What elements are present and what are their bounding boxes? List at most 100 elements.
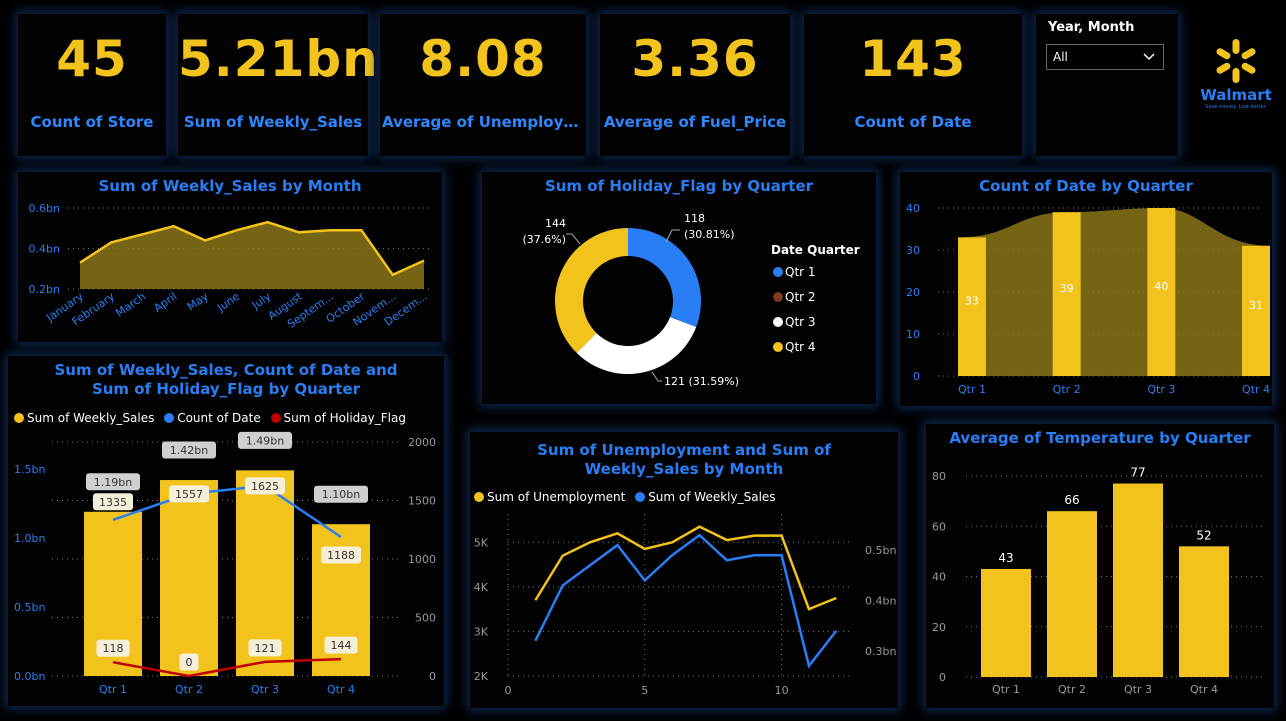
- data-label: 77: [1130, 466, 1145, 480]
- spark-icon: [1216, 39, 1256, 83]
- kpi-label: Count of Store: [30, 113, 154, 131]
- temperature-plot: 80 60 40 20 0 43 Qtr 1 66 Qtr 2 77 Qtr 3 52 Qtr 4: [932, 466, 1264, 696]
- y-tick-label: 10: [906, 328, 920, 341]
- x-tick-label: Qtr 4: [327, 683, 355, 696]
- data-label: 43: [998, 551, 1013, 565]
- y-tick-label: 0.6bn: [29, 202, 60, 215]
- combo-by-quarter-chart[interactable]: Sum of Weekly_Sales, Count of Date and S…: [8, 356, 444, 706]
- data-label: 66: [1064, 493, 1079, 507]
- y-left-tick-label: 3K: [474, 625, 489, 638]
- bar: [981, 568, 1031, 677]
- kpi-label: Average of Unemploym...: [382, 113, 584, 131]
- unemployment-plot: 5K 4K 3K 2K 0.5bn 0.4bn 0.3bn 0 5 10: [474, 514, 896, 697]
- y-right-tick-label: 0.4bn: [865, 595, 896, 608]
- x-tick-label: May: [185, 290, 211, 314]
- data-label: 33: [965, 295, 979, 308]
- legend-dot: [773, 292, 783, 302]
- date-count-by-quarter-chart[interactable]: Count of Date by Quarter 40 30 20 10 0 33 Qtr …: [900, 172, 1272, 406]
- y-tick-label: 40: [932, 571, 946, 584]
- kpi-card-weekly-sales[interactable]: 5.21bn Sum of Weekly_Sales: [178, 14, 378, 156]
- data-label: 0: [186, 656, 193, 669]
- sales-by-month-chart[interactable]: Sum of Weekly_Sales by Month 0.6bn 0.4bn 0…: [18, 172, 442, 342]
- y-left-tick-label: 4K: [474, 581, 489, 594]
- x-tick-label: Qtr 2: [175, 683, 203, 696]
- x-tick-label: March: [113, 290, 148, 320]
- kpi-card-unemployment[interactable]: 8.08 Average of Unemploym...: [380, 14, 586, 156]
- logo-wordmark: Walmart: [1200, 86, 1272, 104]
- bar: [1113, 483, 1163, 677]
- slicer-value: All: [1053, 50, 1068, 64]
- data-label: (30.81%): [684, 228, 735, 241]
- kpi-label: Sum of Weekly_Sales: [183, 113, 363, 131]
- y-tick-label: 60: [932, 520, 946, 533]
- kpi-label: Average of Fuel_Price: [603, 113, 787, 131]
- kpi-card-fuel-price[interactable]: 3.36 Average of Fuel_Price: [600, 14, 790, 156]
- legend-label: Qtr 1: [785, 265, 816, 279]
- x-tick-label: Qtr 4: [1242, 383, 1270, 396]
- data-label: 1.42bn: [170, 444, 208, 457]
- bar: [160, 480, 218, 676]
- x-tick-label: April: [151, 290, 179, 315]
- donut-legend-title: Date Quarter: [771, 243, 860, 257]
- kpi-card-date-count[interactable]: 143 Count of Date: [804, 14, 1022, 156]
- y-right-tick-label: 0.5bn: [865, 544, 896, 557]
- data-label: 118: [103, 642, 124, 655]
- y-tick-label: 80: [932, 470, 946, 483]
- y-right-tick-label: 1000: [408, 553, 436, 566]
- data-label: 1625: [251, 480, 279, 493]
- y-tick-label: 0: [913, 370, 920, 383]
- y-right-tick-label: 0: [429, 670, 436, 683]
- data-label: 1188: [327, 549, 355, 562]
- y-tick-label: 0: [939, 671, 946, 684]
- holiday-by-quarter-chart[interactable]: Sum of Holiday_Flag by Quarter 118 (30.81…: [482, 172, 876, 404]
- data-label: 40: [1154, 280, 1168, 293]
- date-count-plot: 40 30 20 10 0 33 Qtr 1 39 Qtr 2 40 Qtr 3 31 Qtr 4: [906, 202, 1270, 396]
- y-tick-label: 20: [906, 286, 920, 299]
- kpi-value: 143: [859, 30, 967, 88]
- y-left-tick-label: 0.0bn: [14, 670, 45, 683]
- y-tick-label: 0.4bn: [29, 243, 60, 256]
- x-tick-label: Qtr 1: [992, 683, 1020, 696]
- y-left-tick-label: 2K: [474, 670, 489, 683]
- donut-slice: [555, 228, 628, 353]
- data-label: 144: [331, 639, 352, 652]
- bar: [1047, 511, 1097, 677]
- slicer-dropdown[interactable]: All: [1046, 44, 1164, 70]
- y-right-tick-label: 500: [415, 612, 436, 625]
- series-line: [112, 657, 342, 678]
- series-line: [112, 484, 342, 539]
- data-label: 52: [1196, 528, 1211, 542]
- legend-label: Qtr 3: [785, 315, 816, 329]
- data-label: (37.6%): [522, 233, 566, 246]
- y-left-tick-label: 5K: [474, 536, 489, 549]
- legend-dot: [773, 267, 783, 277]
- y-right-tick-label: 1500: [408, 495, 436, 508]
- x-tick-label: 5: [641, 684, 648, 697]
- data-label: 1335: [99, 496, 127, 509]
- kpi-value: 3.36: [631, 30, 759, 88]
- kpi-card-store-count[interactable]: 45 Count of Store: [18, 14, 166, 156]
- temperature-by-quarter-chart[interactable]: Average of Temperature by Quarter 80 60 40…: [926, 424, 1274, 708]
- y-left-tick-label: 0.5bn: [14, 601, 45, 614]
- data-label: 1.49bn: [246, 434, 284, 447]
- data-label: 39: [1060, 282, 1074, 295]
- data-label: 121: [255, 642, 276, 655]
- series-line: [534, 533, 838, 669]
- data-label: 118: [684, 212, 705, 225]
- legend-label: Qtr 2: [785, 290, 816, 304]
- x-tick-label: Qtr 2: [1053, 383, 1081, 396]
- unemployment-sales-chart[interactable]: Sum of Unemployment and Sum of Weekly_Sa…: [470, 432, 898, 708]
- y-tick-label: 40: [906, 202, 920, 215]
- data-label: 1.19bn: [94, 476, 132, 489]
- area-fill: [80, 222, 424, 289]
- x-tick-label: Qtr 3: [251, 683, 279, 696]
- y-tick-label: 30: [906, 244, 920, 257]
- y-right-tick-label: 0.3bn: [865, 645, 896, 658]
- x-tick-label: Qtr 1: [99, 683, 127, 696]
- sales-by-month-plot: 0.6bn0.4bn0.2bnJanuaryFebruaryMarch April…: [29, 202, 430, 331]
- donut-slice: [576, 317, 697, 374]
- y-right-tick-label: 2000: [408, 436, 436, 449]
- logo-tagline: Save money. Live better.: [1205, 104, 1267, 110]
- data-label: 144: [545, 217, 566, 230]
- x-tick-label: Qtr 3: [1124, 683, 1152, 696]
